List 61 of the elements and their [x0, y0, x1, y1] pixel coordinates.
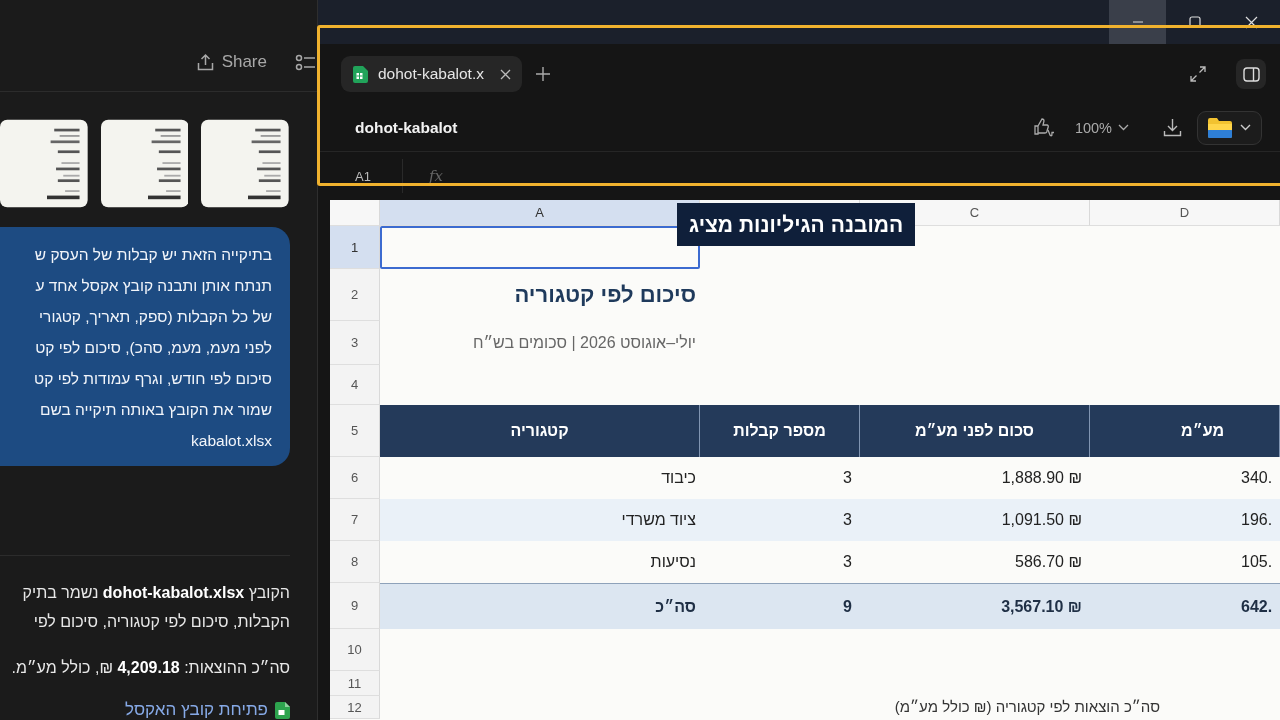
table-header: קטגוריה	[380, 405, 700, 457]
row-number[interactable]: 9	[330, 583, 380, 629]
share-button[interactable]: Share	[196, 52, 267, 73]
formula-label: fx	[429, 167, 443, 185]
sheet-subtitle: יולי–אוגוסט 2026 | סכומים בש״ח	[471, 333, 697, 353]
file-tab[interactable]: dohot-kabalot.x	[341, 56, 522, 92]
table-cell: 642.	[1090, 583, 1280, 629]
table-cell-text: 3	[842, 552, 853, 572]
expand-icon[interactable]	[1190, 66, 1206, 82]
chart-title: סה״כ הוצאות לפי קטגוריה (₪ כולל מע״מ)	[893, 697, 1161, 717]
row-number[interactable]: 6	[330, 457, 380, 499]
chevron-icon	[1240, 124, 1251, 131]
table-cell: 196.	[1090, 499, 1280, 541]
table-cell-text: 1,888.90 ₪	[1000, 468, 1083, 488]
table-cell: סה״כ	[380, 583, 700, 629]
maximize-icon	[1188, 16, 1201, 28]
row-number[interactable]: 8	[330, 541, 380, 583]
file-title: dohot-kabalot	[355, 118, 458, 137]
table-cell-text: 3	[842, 468, 853, 488]
table-cell: 3	[700, 499, 860, 541]
sidebar-toggle-button[interactable]	[1236, 59, 1266, 89]
zoom-dropdown[interactable]: 100%	[1074, 119, 1129, 136]
row-number[interactable]: 4	[330, 365, 380, 405]
row-number[interactable]: 11	[330, 671, 380, 696]
table-header: סכום לפני מע״מ	[860, 405, 1090, 457]
close-icon[interactable]	[500, 68, 511, 80]
row-number[interactable]: 2	[330, 269, 380, 321]
row-number[interactable]: 5	[330, 405, 380, 457]
table-header: מע״מ	[1090, 405, 1280, 457]
table-cell: ציוד משרדי	[380, 499, 700, 541]
row-number[interactable]: 10	[330, 629, 380, 671]
row-number[interactable]: 7	[330, 499, 380, 541]
row-number[interactable]: 3	[330, 321, 380, 365]
cell-reference: A1	[355, 168, 371, 184]
sidebar-icon	[1242, 66, 1260, 82]
share-icon	[196, 53, 214, 72]
list-icon[interactable]	[295, 54, 315, 73]
minimize-button[interactable]	[1109, 0, 1166, 44]
table-cell-text: 340.	[1240, 468, 1274, 488]
row-number[interactable]: 1	[330, 226, 380, 269]
table-cell: 1,091.50 ₪	[860, 499, 1090, 541]
download-icon[interactable]	[1163, 118, 1182, 137]
table-header: מספר קבלות	[700, 405, 860, 457]
folder-icon	[1208, 117, 1232, 138]
table-cell-text: נסיעות	[649, 552, 697, 572]
spreadsheet-icon	[353, 65, 368, 83]
row-number[interactable]: 12	[330, 696, 380, 719]
open-file-link[interactable]: פתיחת קובץ האקסל	[124, 700, 268, 720]
table-cell-text: כיבוד	[660, 468, 697, 488]
chevron-icon	[1118, 124, 1129, 131]
table-cell: 3,567.10 ₪	[860, 583, 1090, 629]
caption-tooltip: מציג הגיליונות המובנה	[677, 203, 916, 246]
table-cell: 9	[700, 583, 860, 629]
table-cell-text: 586.70 ₪	[1014, 552, 1083, 572]
feedback-icon[interactable]	[1032, 116, 1055, 139]
spreadsheet-icon	[275, 701, 290, 719]
table-cell-text: 105.	[1240, 552, 1274, 572]
add-tab-icon[interactable]	[536, 67, 550, 81]
column-header[interactable]: D	[1090, 200, 1280, 226]
sheet-title: סיכום לפי קטגוריה	[513, 281, 697, 309]
open-folder-button[interactable]	[1197, 110, 1262, 145]
